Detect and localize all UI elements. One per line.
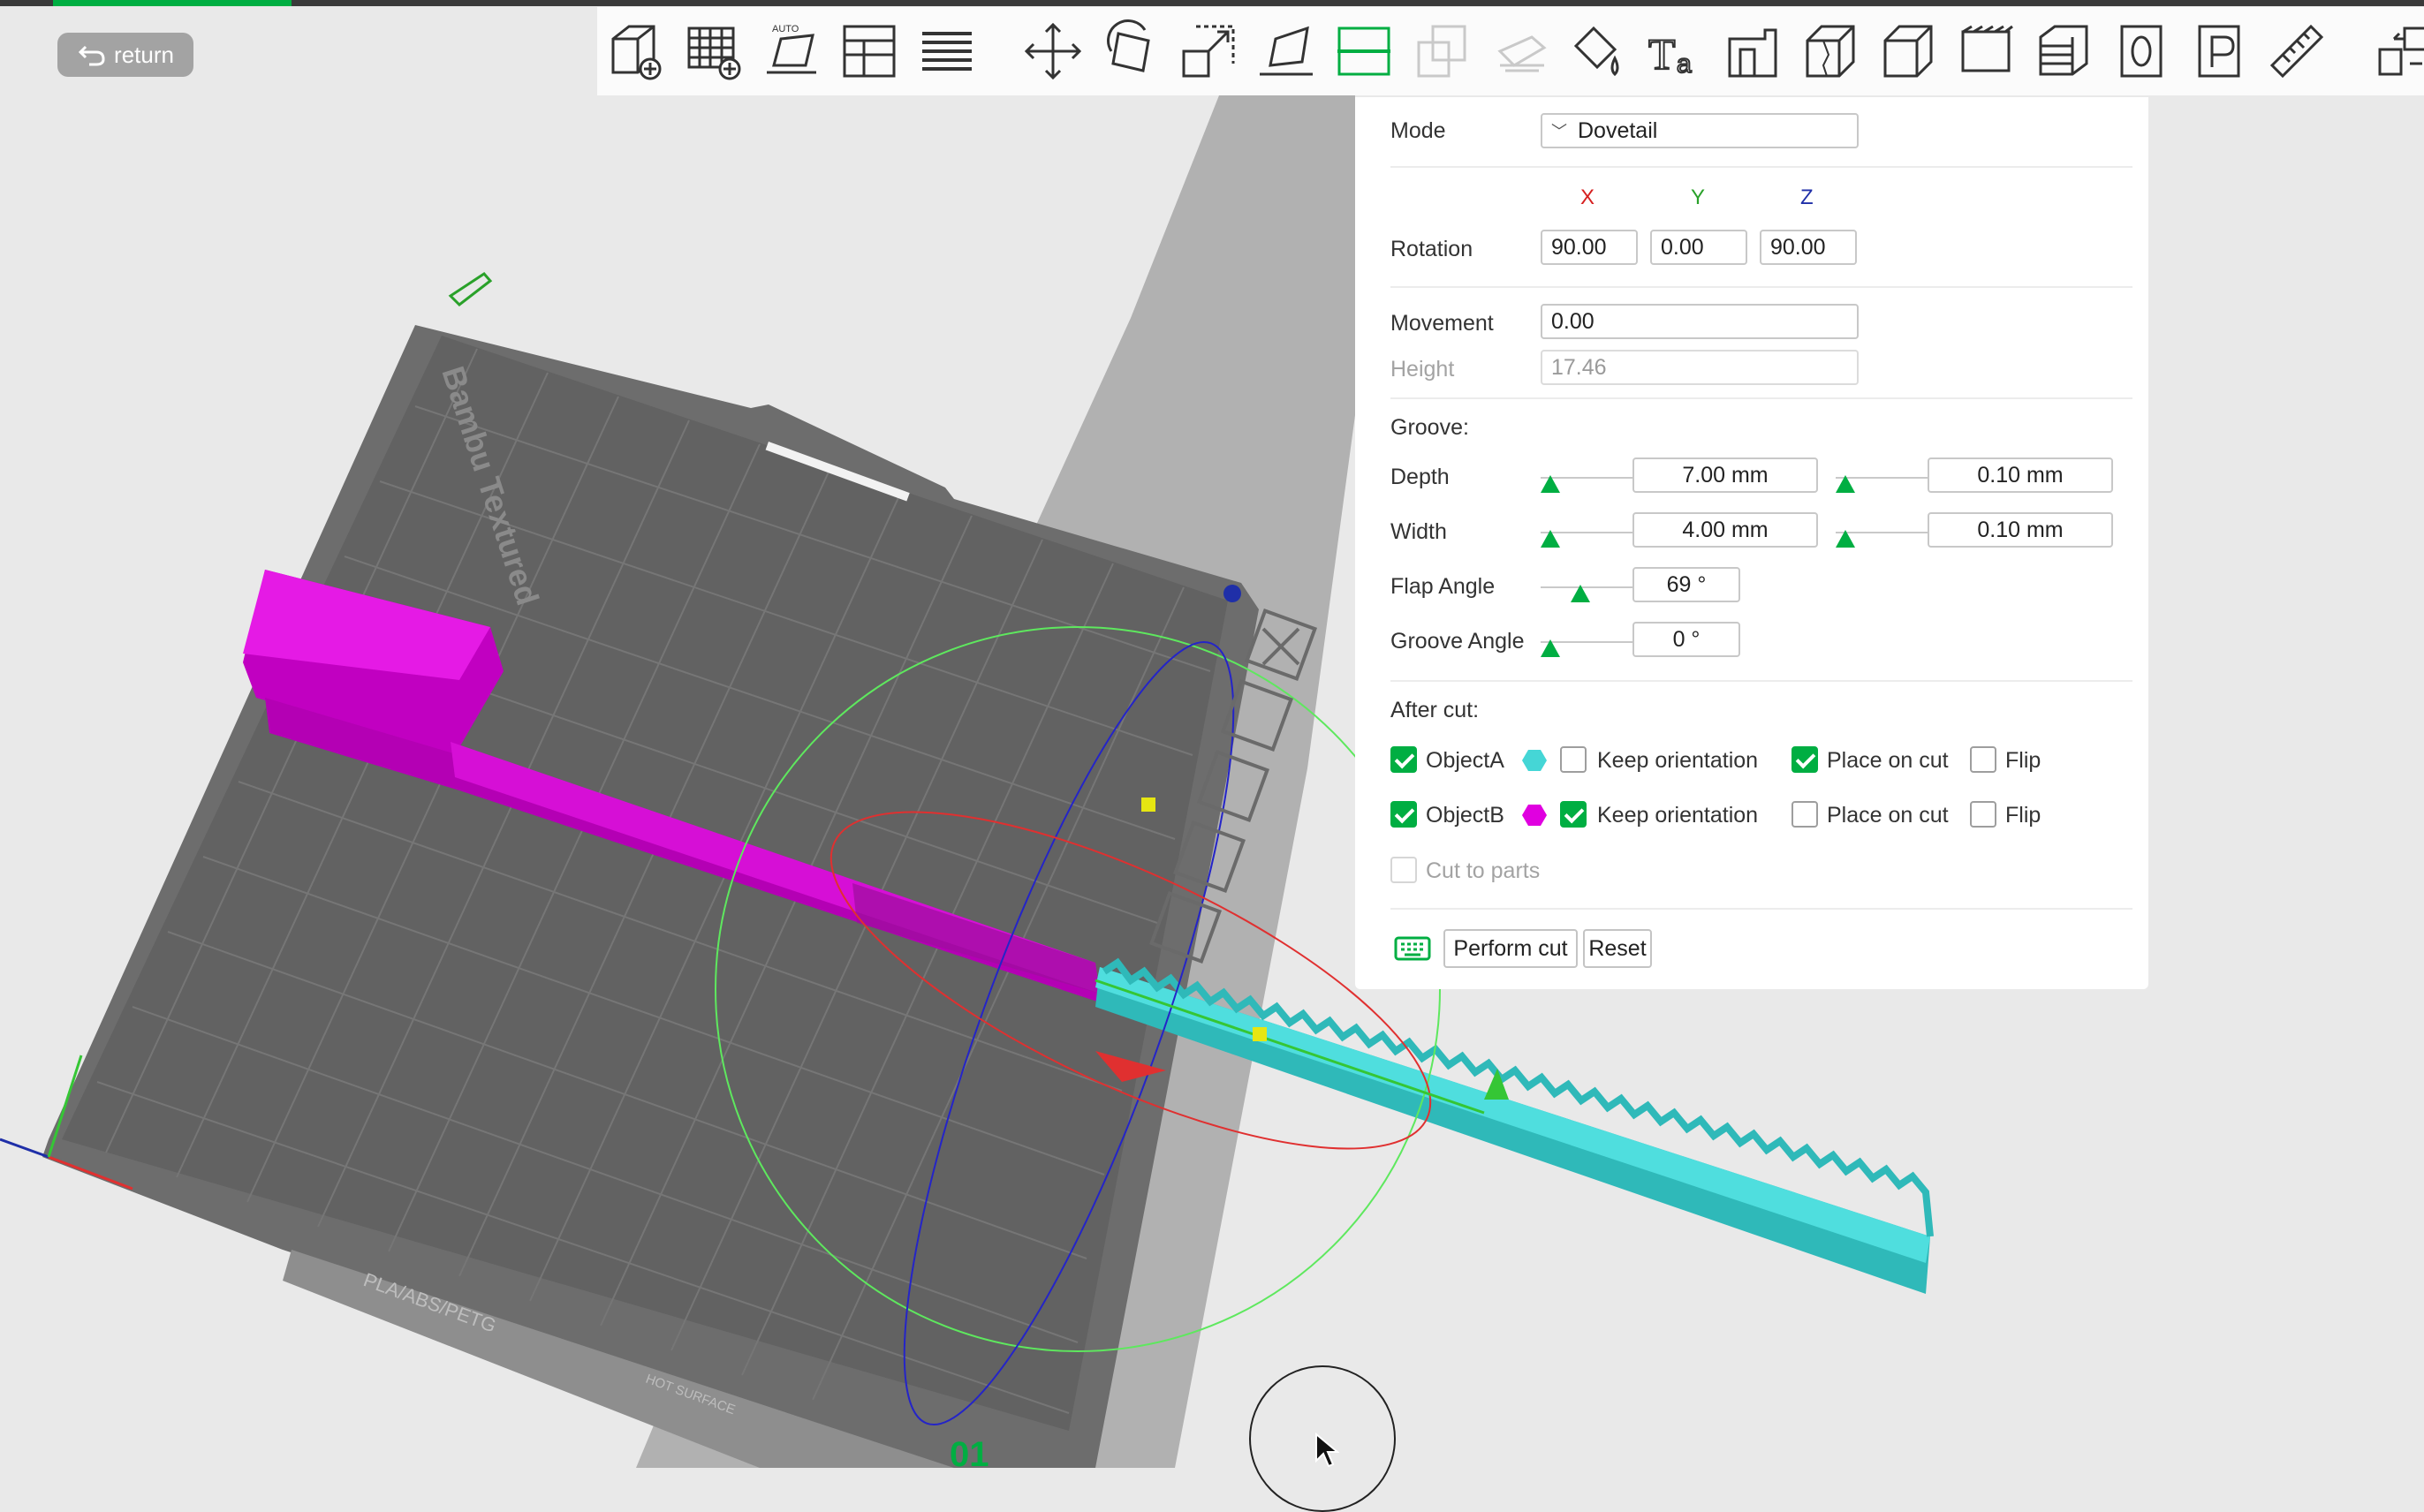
object-list-icon[interactable]	[2110, 19, 2173, 83]
return-label: return	[114, 41, 174, 68]
fuzzy-skin-icon[interactable]	[1954, 19, 2018, 83]
plate-list-icon[interactable]	[2187, 19, 2251, 83]
flap-angle-input[interactable]: 69 °	[1632, 567, 1740, 602]
object-a-checkbox[interactable]	[1390, 746, 1417, 773]
height-input: 17.46	[1541, 350, 1859, 385]
groove-angle-label: Groove Angle	[1390, 629, 1525, 654]
object-b-place-on-cut-label: Place on cut	[1827, 803, 1949, 828]
perform-cut-button[interactable]: Perform cut	[1443, 929, 1578, 968]
mode-value: Dovetail	[1578, 117, 1658, 143]
cut-settings-panel: Mode ﹀ Dovetail X Y Z Rotation 90.00 0.0…	[1355, 97, 2148, 989]
groove-label: Groove:	[1390, 415, 1469, 440]
cut-to-parts-label: Cut to parts	[1426, 858, 1541, 883]
mode-select[interactable]: ﹀ Dovetail	[1541, 113, 1859, 148]
mode-label: Mode	[1390, 118, 1446, 143]
object-b-color-swatch	[1522, 805, 1547, 826]
gizmo-handle-yellow-2[interactable]	[1253, 1027, 1267, 1041]
object-a-flip-checkbox[interactable]	[1970, 746, 1996, 773]
top-progress	[53, 0, 292, 6]
mesh-boolean-icon[interactable]	[1410, 19, 1473, 83]
divider	[1390, 908, 2132, 910]
arrange-icon[interactable]	[837, 19, 901, 83]
object-b-flip-checkbox[interactable]	[1970, 801, 1996, 828]
arrange-grid-icon[interactable]	[682, 19, 746, 83]
gizmo-handle-yellow[interactable]	[1141, 798, 1155, 812]
rotation-x-input[interactable]: 90.00	[1541, 230, 1638, 265]
depth-tolerance-input[interactable]: 0.10 mm	[1928, 457, 2113, 493]
width-tolerance-input[interactable]: 0.10 mm	[1928, 512, 2113, 548]
svg-text:T: T	[1648, 29, 1676, 79]
object-a-keep-orientation-checkbox[interactable]	[1560, 746, 1587, 773]
height-label: Height	[1390, 357, 1455, 382]
rotate-icon[interactable]	[1099, 19, 1163, 83]
object-b-flip-label: Flip	[2005, 803, 2041, 828]
reset-button[interactable]: Reset	[1583, 929, 1652, 968]
axis-z-label: Z	[1800, 185, 1814, 209]
divider	[1390, 166, 2132, 168]
divider	[1390, 397, 2132, 399]
object-b-place-on-cut-checkbox[interactable]	[1791, 801, 1818, 828]
divider	[1390, 680, 2132, 682]
seam-icon[interactable]	[1799, 19, 1862, 83]
variable-layer-icon[interactable]	[2032, 19, 2095, 83]
width-input[interactable]: 4.00 mm	[1632, 512, 1818, 548]
groove-angle-slider[interactable]	[1541, 639, 1633, 661]
scale-icon[interactable]	[1177, 19, 1240, 83]
emboss-icon[interactable]	[1721, 19, 1784, 83]
depth-slider[interactable]	[1541, 475, 1633, 496]
width-slider[interactable]	[1541, 530, 1633, 551]
lay-on-face-icon[interactable]	[1254, 19, 1318, 83]
cut-icon[interactable]	[1332, 19, 1396, 83]
split-icon[interactable]	[2371, 19, 2424, 83]
width-label: Width	[1390, 519, 1447, 544]
axis-x-label: X	[1580, 185, 1595, 209]
depth-label: Depth	[1390, 465, 1450, 489]
depth-input[interactable]: 7.00 mm	[1632, 457, 1818, 493]
object-a-label: ObjectA	[1426, 748, 1504, 773]
support-paint-icon[interactable]	[1488, 19, 1551, 83]
rotation-y-input[interactable]: 0.00	[1650, 230, 1747, 265]
object-b-keep-orientation-checkbox[interactable]	[1560, 801, 1587, 828]
color-paint-icon[interactable]	[1565, 19, 1629, 83]
object-a-place-on-cut-label: Place on cut	[1827, 748, 1949, 773]
object-b-label: ObjectB	[1426, 803, 1504, 828]
assembly-icon[interactable]	[1876, 19, 1940, 83]
axis-y-label: Y	[1691, 185, 1706, 209]
depth-tolerance-slider[interactable]	[1836, 475, 1928, 496]
gizmo-handle-top[interactable]	[1223, 585, 1241, 602]
divider	[1390, 286, 2132, 288]
return-button[interactable]: return	[57, 33, 193, 77]
object-a-keep-orientation-label: Keep orientation	[1597, 748, 1759, 773]
svg-text:AUTO: AUTO	[772, 24, 799, 34]
main-toolbar: AUTO Ta	[597, 7, 2424, 95]
object-a-flip-label: Flip	[2005, 748, 2041, 773]
auto-orient-icon[interactable]: AUTO	[760, 19, 823, 83]
top-status-bar	[0, 0, 2424, 6]
mouse-cursor-icon	[1315, 1433, 1339, 1468]
svg-text:a: a	[1677, 49, 1692, 79]
layers-icon[interactable]	[915, 19, 979, 83]
width-tolerance-slider[interactable]	[1836, 530, 1928, 551]
movement-label: Movement	[1390, 311, 1494, 336]
text-icon[interactable]: Ta	[1643, 19, 1707, 83]
object-b-checkbox[interactable]	[1390, 801, 1417, 828]
after-cut-label: After cut:	[1390, 698, 1480, 722]
return-arrow-icon	[78, 45, 105, 66]
rotation-label: Rotation	[1390, 237, 1473, 261]
measure-icon[interactable]	[2265, 19, 2329, 83]
object-b-keep-orientation-label: Keep orientation	[1597, 803, 1759, 828]
add-object-icon[interactable]	[604, 19, 668, 83]
move-icon[interactable]	[1021, 19, 1085, 83]
keyboard-icon[interactable]	[1394, 936, 1431, 961]
groove-angle-input[interactable]: 0 °	[1632, 622, 1740, 657]
movement-input[interactable]: 0.00	[1541, 304, 1859, 339]
plate-number: 01	[950, 1435, 989, 1468]
flap-angle-label: Flap Angle	[1390, 574, 1496, 599]
chevron-down-icon: ﹀	[1551, 123, 1567, 140]
flap-angle-slider[interactable]	[1541, 585, 1633, 606]
object-a-color-swatch	[1522, 750, 1547, 771]
object-a-place-on-cut-checkbox[interactable]	[1791, 746, 1818, 773]
rotation-z-input[interactable]: 90.00	[1760, 230, 1857, 265]
cut-to-parts-checkbox[interactable]	[1390, 857, 1417, 883]
